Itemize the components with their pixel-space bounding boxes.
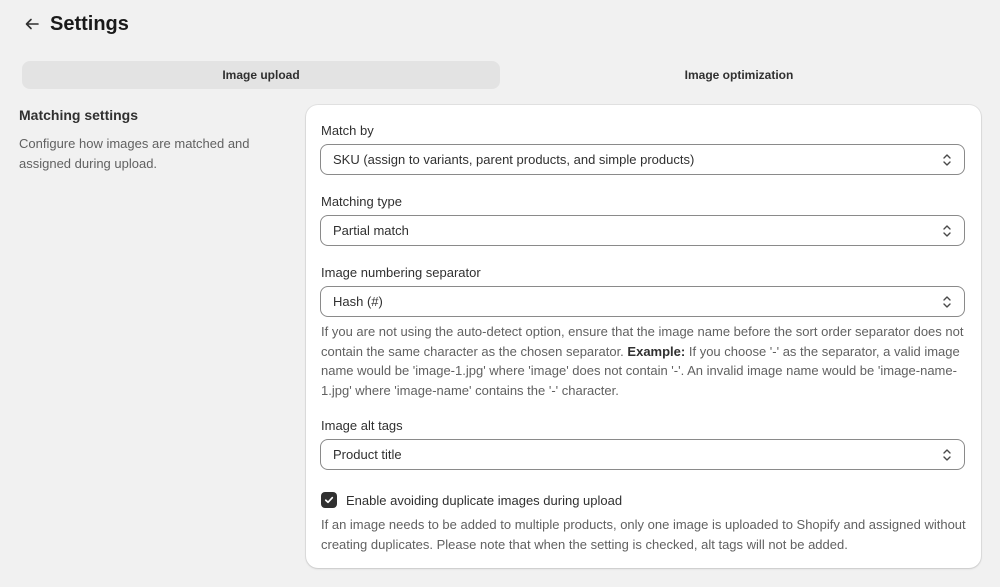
section-description: Configure how images are matched and ass… bbox=[19, 136, 250, 171]
chevron-up-down-icon bbox=[943, 296, 951, 308]
separator-help-text: If you are not using the auto-detect opt… bbox=[321, 322, 966, 400]
avoid-duplicates-help: If an image needs to be added to multipl… bbox=[321, 517, 966, 552]
tab-image-optimization[interactable]: Image optimization bbox=[500, 61, 978, 89]
settings-card: Match by SKU (assign to variants, parent… bbox=[306, 105, 981, 568]
separator-value: Hash (#) bbox=[333, 294, 383, 309]
match-by-label: Match by bbox=[321, 123, 374, 138]
tab-image-upload[interactable]: Image upload bbox=[22, 61, 500, 89]
chevron-up-down-icon bbox=[943, 225, 951, 237]
matching-type-value: Partial match bbox=[333, 223, 409, 238]
section-info: Matching settings Configure how images a… bbox=[19, 106, 289, 174]
tab-bar: Image upload Image optimization bbox=[22, 61, 978, 89]
back-button[interactable] bbox=[22, 14, 42, 34]
page-header: Settings bbox=[22, 10, 129, 38]
section-title: Matching settings bbox=[19, 107, 139, 123]
matching-type-label: Matching type bbox=[321, 194, 402, 209]
match-by-value: SKU (assign to variants, parent products… bbox=[333, 152, 695, 167]
avoid-duplicates-label[interactable]: Enable avoiding duplicate images during … bbox=[346, 493, 622, 508]
arrow-left-icon bbox=[25, 18, 39, 30]
match-by-select[interactable]: SKU (assign to variants, parent products… bbox=[320, 144, 965, 175]
separator-label: Image numbering separator bbox=[321, 265, 481, 280]
matching-type-select[interactable]: Partial match bbox=[320, 215, 965, 246]
chevron-up-down-icon bbox=[943, 449, 951, 461]
chevron-up-down-icon bbox=[943, 154, 951, 166]
alt-tags-value: Product title bbox=[333, 447, 402, 462]
page-title: Settings bbox=[50, 12, 129, 35]
separator-help-example-label: Example: bbox=[627, 343, 686, 359]
avoid-duplicates-checkbox[interactable] bbox=[321, 492, 337, 508]
separator-select[interactable]: Hash (#) bbox=[320, 286, 965, 317]
alt-tags-select[interactable]: Product title bbox=[320, 439, 965, 470]
alt-tags-label: Image alt tags bbox=[321, 418, 403, 433]
avoid-duplicates-row: Enable avoiding duplicate images during … bbox=[321, 492, 622, 508]
checkmark-icon bbox=[324, 496, 334, 504]
